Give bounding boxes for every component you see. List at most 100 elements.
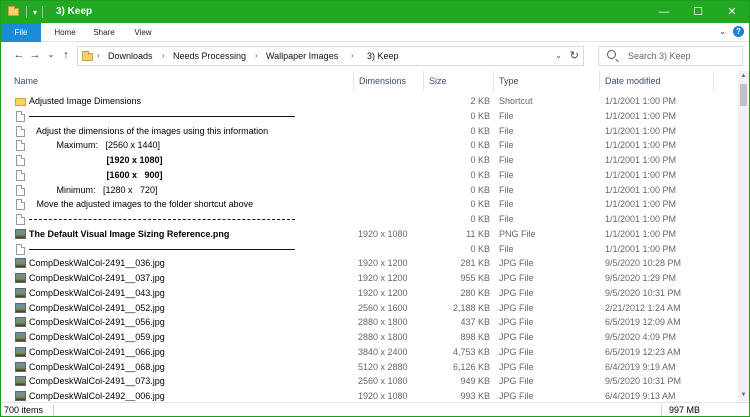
file-date-modified: 9/5/2020 4:09 PM [605, 332, 677, 342]
file-row[interactable]: Move the adjusted images to the folder s… [1, 197, 738, 212]
file-date-modified: 1/1/2001 1:00 PM [605, 110, 677, 121]
column-header-dimensions[interactable]: Dimensions [359, 71, 406, 91]
file-type: File [499, 110, 514, 121]
file-date-modified: 1/1/2001 1:00 PM [605, 199, 677, 210]
file-row[interactable]: CompDeskWalCol-2491__059.jpg 2880 x 1800 8… [1, 330, 738, 345]
file-size: 11 KB [466, 228, 490, 239]
file-type: File [499, 125, 514, 136]
breadcrumb-wallpaper-images[interactable]: Wallpaper Images [266, 47, 338, 65]
blank-file-icon [16, 214, 25, 225]
blank-file-icon [16, 199, 25, 211]
file-row[interactable]: CompDeskWalCol-2491__073.jpg 2560 x 1080 9… [1, 374, 738, 389]
blank-file-icon [16, 110, 25, 122]
file-row[interactable]: Maximum: [2560 x 1440] 0 KB File 1/1/2001 1… [1, 138, 738, 153]
file-row[interactable]: CompDeskWalCol-2491__066.jpg 3840 x 2400 4… [1, 345, 738, 360]
file-type: JPG File [499, 391, 534, 401]
file-row[interactable]: Adjusted Image Dimensions 2 KB Shortcut 1/1… [1, 94, 738, 109]
help-icon[interactable]: ? [733, 26, 744, 37]
up-button[interactable]: ↑ [59, 47, 73, 63]
address-dropdown-icon[interactable]: ⌄ [555, 47, 562, 65]
refresh-icon[interactable]: ↻ [570, 47, 579, 65]
breadcrumb-needs-processing[interactable]: Needs Processing [173, 47, 246, 65]
file-date-modified: 6/5/2019 12:23 AM [605, 346, 681, 357]
breadcrumb-chevron-icon[interactable]: › [351, 47, 354, 65]
file-row[interactable]: 0 KB File 1/1/2001 1:00 PM [1, 109, 738, 124]
column-header-type[interactable]: Type [499, 71, 519, 91]
image-file-icon [15, 346, 26, 357]
location-folder-icon [82, 51, 93, 61]
breadcrumb-downloads[interactable]: Downloads [108, 47, 153, 65]
quick-access-folder-icon[interactable] [8, 1, 19, 23]
title-bar: ▾ 3) Keep — ☐ ✕ [1, 1, 749, 23]
quick-access-dropdown-icon[interactable]: ▾ [33, 1, 37, 23]
explorer-window: ▾ 3) Keep — ☐ ✕ File Home Share View ⌄ ?… [0, 0, 750, 417]
breadcrumb-chevron-icon[interactable]: › [97, 47, 100, 65]
file-name: The Default Visual Image Sizing Referenc… [29, 228, 230, 239]
file-size: 898 KB [460, 332, 490, 342]
file-row[interactable]: CompDeskWalCol-2491__037.jpg 1920 x 1200 9… [1, 271, 738, 286]
tab-view[interactable]: View [125, 23, 161, 42]
blank-file-icon [16, 184, 25, 196]
vertical-scrollbar[interactable]: ▲ ▼ [738, 71, 749, 401]
column-header-date-modified[interactable]: Date modified [605, 71, 661, 91]
maximize-button[interactable]: ☐ [681, 1, 715, 23]
file-row[interactable]: 0 KB File 1/1/2001 1:00 PM [1, 242, 738, 257]
file-date-modified: 1/1/2001 1:00 PM [605, 140, 677, 151]
file-row[interactable]: CompDeskWalCol-2491__036.jpg 1920 x 1200 2… [1, 256, 738, 271]
image-file-icon [15, 258, 26, 269]
file-row[interactable]: Minimum: [1280 x 720] 0 KB File 1/1/2001 1:… [1, 183, 738, 198]
forward-button[interactable]: → [28, 47, 42, 63]
file-size: 437 KB [460, 317, 490, 328]
breadcrumb-chevron-icon[interactable]: › [255, 47, 258, 65]
recent-locations-button[interactable]: ⌄ [44, 47, 58, 63]
file-row[interactable]: CompDeskWalCol-2491__068.jpg 5120 x 2880 6… [1, 360, 738, 375]
search-box[interactable]: Search 3) Keep [598, 46, 743, 66]
status-separator [661, 405, 662, 415]
column-header-size[interactable]: Size [429, 71, 447, 91]
file-name: CompDeskWalCol-2491__043.jpg [29, 287, 165, 298]
address-bar[interactable]: › Downloads › Needs Processing › Wallpap… [77, 46, 584, 66]
scrollbar-thumb[interactable] [740, 84, 747, 106]
file-type: JPG File [499, 317, 534, 328]
tab-file[interactable]: File [1, 23, 41, 42]
scroll-up-arrow-icon[interactable]: ▲ [738, 71, 749, 82]
image-file-icon [15, 317, 26, 328]
file-row[interactable]: CompDeskWalCol-2491__056.jpg 2880 x 1800 4… [1, 315, 738, 330]
minimize-button[interactable]: — [647, 1, 681, 23]
file-size: 0 KB [470, 155, 490, 165]
file-dimensions: 2560 x 1080 [358, 376, 408, 387]
folder-shortcut-icon [15, 98, 26, 106]
column-header-name[interactable]: Name [14, 71, 38, 91]
file-row[interactable]: CompDeskWalCol-2492__006.jpg 1920 x 1080 9… [1, 389, 738, 401]
breadcrumb-current[interactable]: 3) Keep [367, 47, 399, 65]
column-divider[interactable] [353, 71, 354, 91]
file-row[interactable]: [1920 x 1080] 0 KB File 1/1/2001 1:00 PM [1, 153, 738, 168]
file-row[interactable]: The Default Visual Image Sizing Referenc… [1, 227, 738, 242]
file-size: 4,753 KB [452, 346, 490, 357]
expand-ribbon-chevron-icon[interactable]: ⌄ [719, 27, 726, 36]
file-row[interactable]: 0 KB File 1/1/2001 1:00 PM [1, 212, 738, 227]
file-name: Move the adjusted images to the folder s… [29, 199, 254, 210]
file-dimensions: 1920 x 1200 [358, 273, 408, 283]
column-divider[interactable] [713, 71, 714, 91]
file-size: 949 KB [460, 376, 490, 387]
file-dimensions: 5120 x 2880 [358, 361, 408, 372]
file-type: File [499, 169, 514, 180]
file-dimensions: 1920 x 1200 [358, 287, 408, 298]
file-row[interactable]: Adjust the dimensions of the images usin… [1, 124, 738, 139]
breadcrumb-chevron-icon[interactable]: › [162, 47, 165, 65]
close-button[interactable]: ✕ [715, 1, 749, 23]
file-row[interactable]: CompDeskWalCol-2491__052.jpg 2560 x 1600 2… [1, 301, 738, 316]
separator-line [29, 248, 295, 250]
column-divider[interactable] [493, 71, 494, 91]
column-divider[interactable] [423, 71, 424, 91]
file-row[interactable]: [1600 x 900] 0 KB File 1/1/2001 1:00 PM [1, 168, 738, 183]
file-name: CompDeskWalCol-2491__052.jpg [29, 302, 165, 313]
back-button[interactable]: ← [12, 47, 26, 63]
tab-home[interactable]: Home [45, 23, 85, 42]
scroll-down-arrow-icon[interactable]: ▼ [738, 390, 749, 401]
tab-share[interactable]: Share [85, 23, 123, 42]
column-divider[interactable] [599, 71, 600, 91]
file-row[interactable]: CompDeskWalCol-2491__043.jpg 1920 x 1200 2… [1, 286, 738, 301]
file-size: 280 KB [460, 287, 490, 298]
